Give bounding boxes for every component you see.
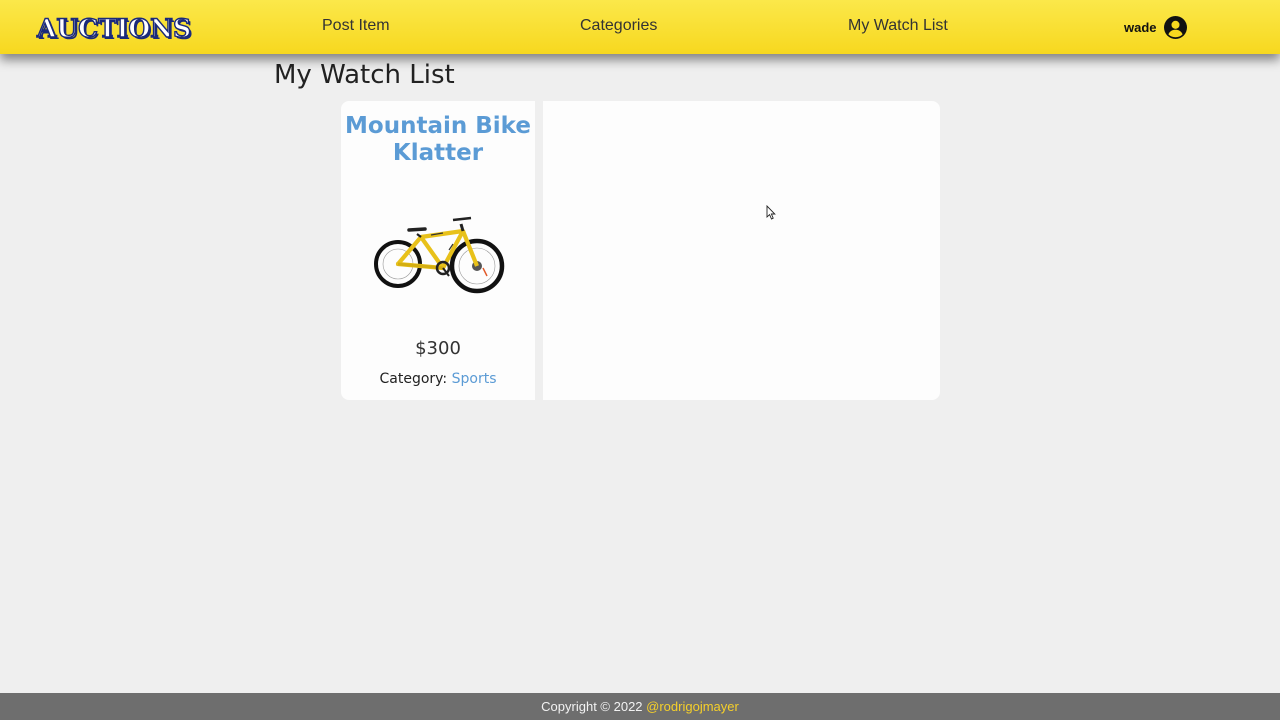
item-title-link[interactable]: Mountain Bike Klatter — [341, 113, 535, 167]
item-card: Mountain Bike Klatter $300 Category: Spo… — [341, 101, 535, 400]
category-label: Category: — [379, 371, 448, 387]
nav-watch-list[interactable]: My Watch List — [848, 17, 948, 35]
mouse-cursor-icon — [766, 205, 776, 220]
nav-post-item[interactable]: Post Item — [322, 17, 390, 35]
item-price: $300 — [415, 338, 461, 359]
footer: Copyright © 2022 @rodrigojmayer — [0, 693, 1280, 720]
page-title: My Watch List — [274, 60, 455, 90]
logo-text: AUCTIONS — [36, 13, 192, 43]
page: AUCTIONS Post Item Categories My Watch L… — [0, 0, 1280, 720]
category-link[interactable]: Sports — [452, 371, 497, 387]
navbar: AUCTIONS Post Item Categories My Watch L… — [0, 0, 1280, 54]
username: wade — [1124, 20, 1157, 35]
bicycle-image[interactable] — [371, 206, 505, 298]
item-detail-panel — [543, 101, 940, 400]
nav-categories[interactable]: Categories — [580, 17, 657, 35]
item-category: Category: Sports — [341, 371, 535, 387]
footer-copyright: Copyright © 2022 — [541, 699, 643, 714]
footer-author-link[interactable]: @rodrigojmayer — [646, 699, 739, 714]
logo[interactable]: AUCTIONS — [36, 8, 191, 48]
user-menu[interactable]: wade — [1124, 16, 1187, 39]
user-circle-icon — [1163, 16, 1187, 39]
